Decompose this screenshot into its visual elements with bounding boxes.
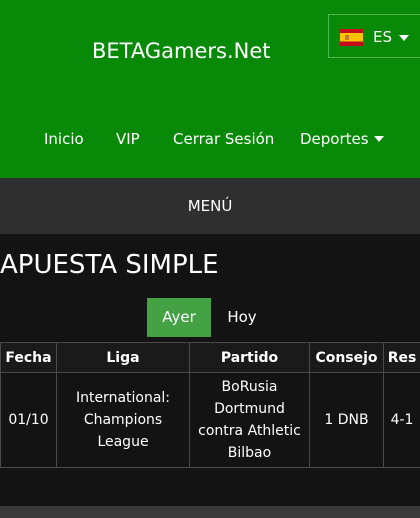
- cell-consejo: 1 DNB: [309, 372, 384, 468]
- picks-table: Fecha Liga Partido Consejo Res 01/10 Int…: [0, 342, 420, 468]
- menu-label: MENÚ: [187, 197, 233, 215]
- column-header-partido: Partido: [189, 342, 310, 373]
- site-brand[interactable]: BETAGamers.Net: [92, 39, 271, 63]
- language-selector[interactable]: ES: [328, 14, 420, 58]
- column-header-consejo: Consejo: [309, 342, 384, 373]
- nav-vip-label: VIP: [116, 130, 140, 148]
- chevron-down-icon: [373, 135, 384, 142]
- tab-ayer[interactable]: Ayer: [147, 298, 211, 337]
- nav-inicio-label: Inicio: [44, 130, 84, 148]
- cell-partido: BoRusia Dortmund contra Athletic Bilbao: [189, 372, 310, 468]
- nav-vip[interactable]: VIP: [116, 130, 140, 148]
- site-header: BETAGamers.Net ES Inicio VIP Cerrar Sesi…: [0, 0, 420, 178]
- page-title: APUESTA SIMPLE: [0, 250, 219, 280]
- tab-hoy[interactable]: Hoy: [216, 298, 268, 337]
- cell-res: 4-1: [383, 372, 420, 468]
- menu-toggle[interactable]: MENÚ: [0, 178, 420, 234]
- language-code: ES: [373, 28, 392, 46]
- nav-cerrar-sesion[interactable]: Cerrar Sesión: [173, 130, 274, 148]
- nav-inicio[interactable]: Inicio: [44, 130, 84, 148]
- column-header-fecha: Fecha: [0, 342, 57, 373]
- nav-deportes-label: Deportes: [300, 130, 369, 148]
- footer-bar: [0, 506, 420, 518]
- chevron-down-icon: [399, 35, 409, 41]
- table-row: 01/10 International: Champions League Bo…: [0, 372, 420, 468]
- table-header-row: Fecha Liga Partido Consejo Res: [0, 342, 420, 373]
- column-header-liga: Liga: [56, 342, 190, 373]
- nav-cerrar-sesion-label: Cerrar Sesión: [173, 130, 275, 148]
- spain-flag-icon: [340, 29, 363, 46]
- column-header-res: Res: [383, 342, 420, 373]
- cell-fecha: 01/10: [0, 372, 57, 468]
- cell-liga: International: Champions League: [56, 372, 190, 468]
- nav-deportes-dropdown[interactable]: Deportes: [300, 130, 384, 148]
